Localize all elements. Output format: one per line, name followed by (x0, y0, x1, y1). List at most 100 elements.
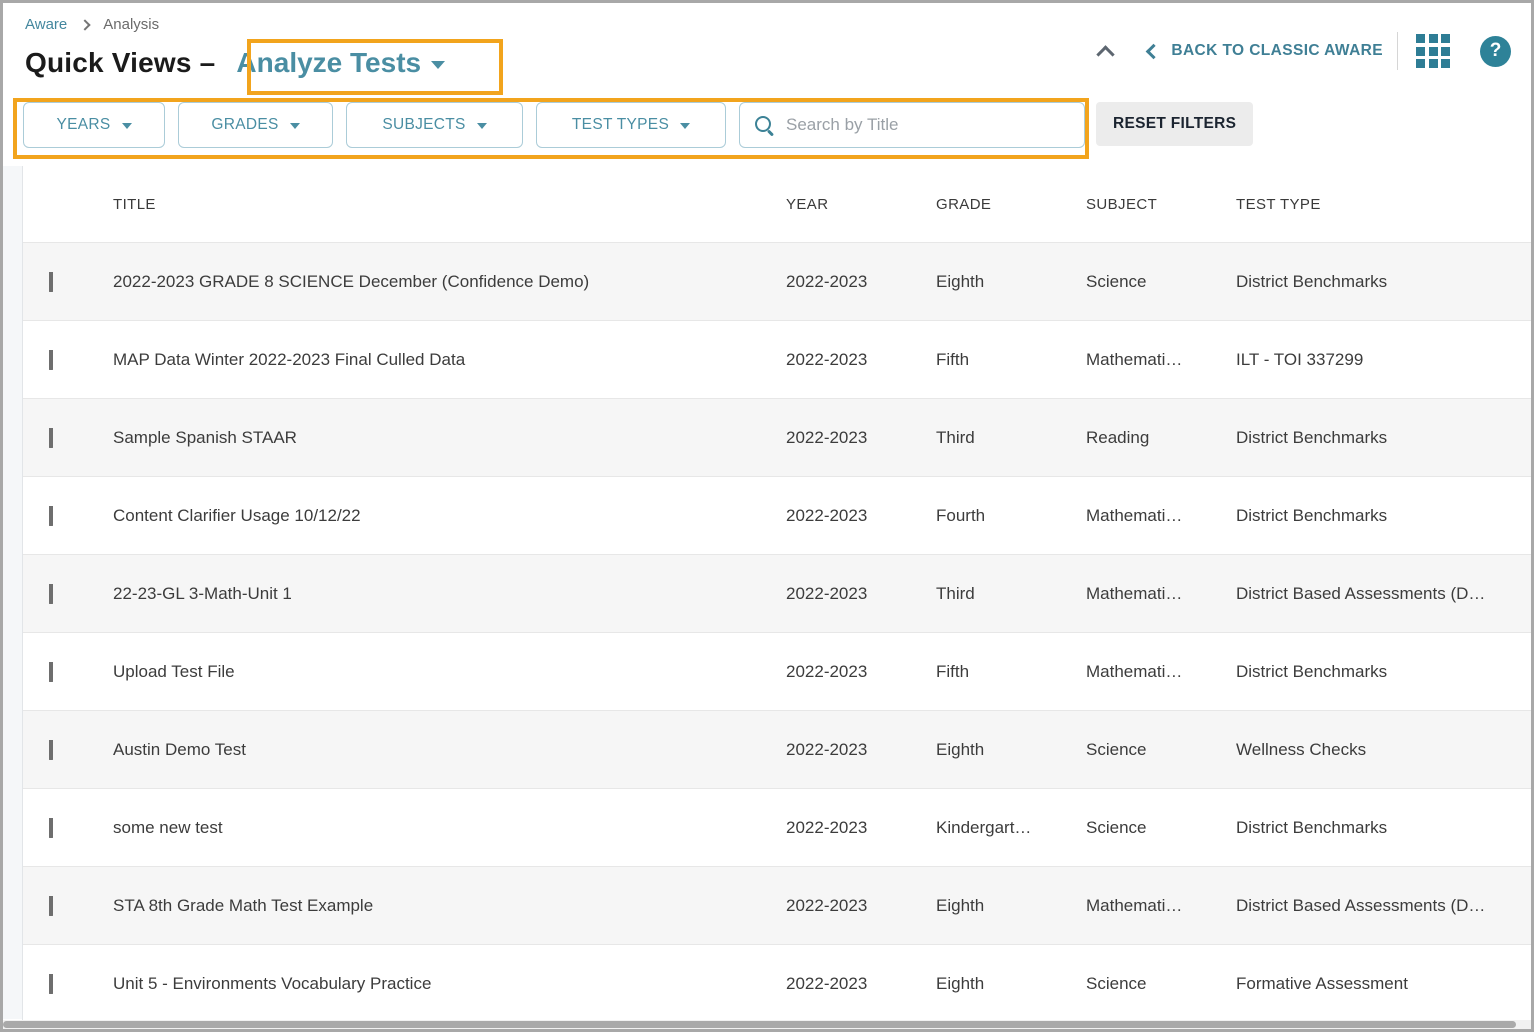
cell-year: 2022-2023 (786, 896, 936, 916)
row-checkbox[interactable] (49, 350, 53, 370)
search-icon (754, 115, 774, 135)
row-checkbox-cell (23, 662, 113, 682)
table-row[interactable]: Upload Test File 2022-2023 Fifth Mathema… (23, 633, 1531, 711)
cell-subject: Mathemati… (1086, 506, 1236, 526)
cell-year: 2022-2023 (786, 584, 936, 604)
cell-grade: Eighth (936, 896, 1086, 916)
table-row[interactable]: some new test 2022-2023 Kindergart… Scie… (23, 789, 1531, 867)
table-row[interactable]: STA 8th Grade Math Test Example 2022-202… (23, 867, 1531, 945)
cell-grade: Fourth (936, 506, 1086, 526)
cell-test-type: District Benchmarks (1236, 662, 1531, 682)
cell-subject: Science (1086, 740, 1236, 760)
cell-subject: Mathemati… (1086, 350, 1236, 370)
chevron-down-icon (431, 61, 445, 69)
row-checkbox-cell (23, 272, 113, 292)
column-header-test-type[interactable]: TEST TYPE (1236, 196, 1531, 213)
row-checkbox[interactable] (49, 506, 53, 526)
filter-bar: YEARS GRADES SUBJECTS TEST TYPES (23, 102, 1085, 148)
cell-subject: Mathemati… (1086, 896, 1236, 916)
cell-subject: Science (1086, 974, 1236, 994)
cell-grade: Fifth (936, 662, 1086, 682)
breadcrumb-analysis: Analysis (103, 16, 159, 33)
column-header-subject[interactable]: SUBJECT (1086, 196, 1236, 213)
cell-subject: Reading (1086, 428, 1236, 448)
cell-grade: Eighth (936, 740, 1086, 760)
subjects-filter-button[interactable]: SUBJECTS (346, 102, 523, 148)
cell-subject: Mathemati… (1086, 662, 1236, 682)
row-checkbox-cell (23, 350, 113, 370)
column-header-year[interactable]: YEAR (786, 196, 936, 213)
collapse-chevron-up-icon[interactable] (1097, 45, 1115, 63)
row-checkbox[interactable] (49, 584, 53, 604)
cell-year: 2022-2023 (786, 428, 936, 448)
table-row[interactable]: Unit 5 - Environments Vocabulary Practic… (23, 945, 1531, 1020)
grades-filter-button[interactable]: GRADES (178, 102, 333, 148)
test-types-filter-label: TEST TYPES (572, 116, 669, 134)
left-gutter (3, 166, 22, 1019)
cell-title: some new test (113, 818, 786, 838)
page-title: Quick Views – Analyze Tests (25, 47, 451, 79)
cell-grade: Fifth (936, 350, 1086, 370)
tests-table: TITLE YEAR GRADE SUBJECT TEST TYPE 2022-… (22, 166, 1531, 1020)
chevron-down-icon (122, 123, 132, 129)
table-row[interactable]: Content Clarifier Usage 10/12/22 2022-20… (23, 477, 1531, 555)
test-types-filter-button[interactable]: TEST TYPES (536, 102, 726, 148)
cell-grade: Third (936, 584, 1086, 604)
search-input[interactable] (786, 115, 1070, 135)
cell-test-type: Wellness Checks (1236, 740, 1531, 760)
cell-subject: Science (1086, 818, 1236, 838)
table-row[interactable]: 2022-2023 GRADE 8 SCIENCE December (Conf… (23, 243, 1531, 321)
row-checkbox[interactable] (49, 896, 53, 916)
cell-title: STA 8th Grade Math Test Example (113, 896, 786, 916)
row-checkbox[interactable] (49, 428, 53, 448)
top-right-toolbar: BACK TO CLASSIC AWARE ? (1099, 33, 1511, 69)
table-header-row: TITLE YEAR GRADE SUBJECT TEST TYPE (23, 166, 1531, 243)
table-row[interactable]: Austin Demo Test 2022-2023 Eighth Scienc… (23, 711, 1531, 789)
back-to-classic-aware-link[interactable]: BACK TO CLASSIC AWARE (1148, 42, 1383, 60)
cell-test-type: District Benchmarks (1236, 272, 1531, 292)
cell-test-type: Formative Assessment (1236, 974, 1531, 994)
breadcrumb-aware-link[interactable]: Aware (25, 16, 67, 33)
column-header-title[interactable]: TITLE (113, 196, 786, 213)
view-selector-dropdown[interactable]: Analyze Tests (230, 47, 451, 79)
table-row[interactable]: Sample Spanish STAAR 2022-2023 Third Rea… (23, 399, 1531, 477)
back-chevron-icon (1146, 43, 1162, 59)
horizontal-scrollbar-thumb[interactable] (3, 1021, 1516, 1028)
table-row[interactable]: 22-23-GL 3-Math-Unit 1 2022-2023 Third M… (23, 555, 1531, 633)
cell-year: 2022-2023 (786, 818, 936, 838)
cell-year: 2022-2023 (786, 974, 936, 994)
years-filter-label: YEARS (56, 116, 110, 134)
aware-quick-views-page: { "breadcrumb": { "items": ["Aware", "An… (0, 0, 1534, 1032)
row-checkbox-cell (23, 818, 113, 838)
chevron-down-icon (290, 123, 300, 129)
toolbar-divider (1397, 32, 1398, 70)
reset-filters-button[interactable]: RESET FILTERS (1096, 102, 1253, 146)
help-icon[interactable]: ? (1480, 36, 1511, 67)
cell-title: 22-23-GL 3-Math-Unit 1 (113, 584, 786, 604)
years-filter-button[interactable]: YEARS (23, 102, 165, 148)
cell-title: Content Clarifier Usage 10/12/22 (113, 506, 786, 526)
cell-grade: Eighth (936, 974, 1086, 994)
apps-grid-icon[interactable] (1416, 34, 1450, 68)
view-selector-label: Analyze Tests (236, 47, 421, 79)
cell-title: Austin Demo Test (113, 740, 786, 760)
cell-grade: Third (936, 428, 1086, 448)
row-checkbox[interactable] (49, 662, 53, 682)
cell-test-type: District Benchmarks (1236, 818, 1531, 838)
row-checkbox[interactable] (49, 272, 53, 292)
row-checkbox[interactable] (49, 740, 53, 760)
chevron-down-icon (477, 123, 487, 129)
table-row[interactable]: MAP Data Winter 2022-2023 Final Culled D… (23, 321, 1531, 399)
cell-grade: Kindergart… (936, 818, 1086, 838)
cell-title: 2022-2023 GRADE 8 SCIENCE December (Conf… (113, 272, 786, 292)
cell-test-type: ILT - TOI 337299 (1236, 350, 1531, 370)
row-checkbox-cell (23, 428, 113, 448)
cell-test-type: District Based Assessments (D… (1236, 584, 1531, 604)
cell-year: 2022-2023 (786, 740, 936, 760)
cell-title: Unit 5 - Environments Vocabulary Practic… (113, 974, 786, 994)
grades-filter-label: GRADES (211, 116, 278, 134)
row-checkbox[interactable] (49, 818, 53, 838)
row-checkbox[interactable] (49, 974, 53, 994)
cell-year: 2022-2023 (786, 272, 936, 292)
column-header-grade[interactable]: GRADE (936, 196, 1086, 213)
